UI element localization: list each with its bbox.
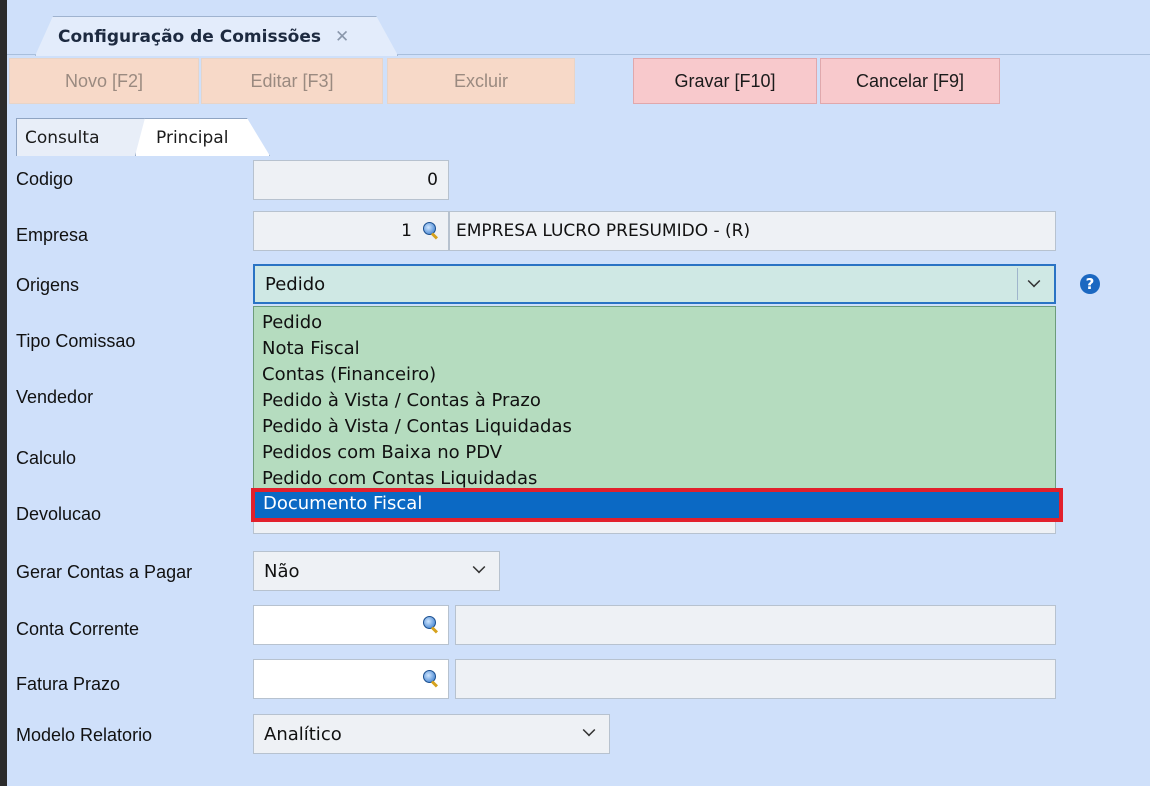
empresa-name-field: EMPRESA LUCRO PRESUMIDO - (R) (449, 211, 1056, 251)
list-item[interactable]: Pedido (262, 311, 322, 333)
document-tabstrip: Configuração de Comissões ✕ (7, 0, 1150, 55)
modelo-relatorio-label: Modelo Relatorio (16, 724, 153, 745)
list-item[interactable]: Pedido com Contas Liquidadas (262, 467, 537, 489)
modelo-relatorio-value: Analítico (264, 723, 342, 745)
calculo-label: Calculo (16, 447, 77, 468)
codigo-value: 0 (427, 170, 438, 190)
origens-label: Origens (16, 274, 80, 295)
chevron-down-icon[interactable] (1027, 274, 1041, 288)
list-item[interactable]: Pedido à Vista / Contas à Prazo (262, 389, 541, 411)
novo-button[interactable]: Novo [F2] (9, 58, 199, 104)
document-tab-title: Configuração de Comissões (58, 26, 322, 47)
gerar-contas-label: Gerar Contas a Pagar (16, 561, 193, 582)
origens-dropdown-list: Pedido Nota Fiscal Contas (Financeiro) P… (253, 306, 1056, 516)
excluir-button[interactable]: Excluir (387, 58, 575, 104)
search-icon[interactable] (422, 616, 440, 634)
gerar-contas-value: Não (264, 560, 300, 582)
empresa-code-field[interactable]: 1 (253, 211, 449, 251)
cancelar-button[interactable]: Cancelar [F9] (820, 58, 1000, 104)
gravar-button[interactable]: Gravar [F10] (633, 58, 817, 104)
origens-value: Pedido (265, 273, 326, 295)
list-item-selected[interactable]: Documento Fiscal (251, 488, 1063, 522)
devolucao-label: Devolucao (16, 503, 102, 524)
search-icon[interactable] (422, 670, 440, 688)
codigo-label: Codigo (16, 168, 74, 189)
toolbar: Novo [F2] Editar [F3] Excluir Gravar [F1… (7, 56, 1150, 108)
empresa-code: 1 (401, 221, 412, 241)
close-icon[interactable]: ✕ (335, 27, 349, 47)
fatura-prazo-code-field[interactable] (253, 659, 449, 699)
chevron-down-icon[interactable] (472, 560, 486, 574)
codigo-field: 0 (253, 160, 449, 200)
modelo-relatorio-select[interactable]: Analítico (253, 714, 610, 754)
vendedor-label: Vendedor (16, 386, 94, 407)
document-tab[interactable]: Configuração de Comissões ✕ (35, 16, 398, 56)
empresa-name: EMPRESA LUCRO PRESUMIDO - (R) (456, 221, 751, 241)
list-item[interactable]: Pedido à Vista / Contas Liquidadas (262, 415, 572, 437)
chevron-down-icon[interactable] (582, 723, 596, 737)
gerar-contas-select[interactable]: Não (253, 551, 500, 591)
tab-consulta[interactable]: Consulta (16, 118, 146, 156)
tipo-comissao-label: Tipo Comissao (16, 330, 136, 351)
list-item[interactable]: Contas (Financeiro) (262, 363, 436, 385)
combo-divider (1017, 268, 1018, 300)
conta-corrente-label: Conta Corrente (16, 618, 140, 639)
app-window: Configuração de Comissões ✕ Novo [F2] Ed… (0, 0, 1150, 786)
selected-item-label: Documento Fiscal (263, 493, 423, 514)
fatura-prazo-label: Fatura Prazo (16, 673, 121, 694)
editar-button[interactable]: Editar [F3] (201, 58, 383, 104)
list-item[interactable]: Pedidos com Baixa no PDV (262, 441, 502, 463)
conta-corrente-code-field[interactable] (253, 605, 449, 645)
conta-corrente-name-field (455, 605, 1056, 645)
search-icon[interactable] (422, 222, 440, 240)
empresa-label: Empresa (16, 224, 89, 245)
fatura-prazo-name-field (455, 659, 1056, 699)
tab-principal[interactable]: Principal (135, 118, 270, 156)
origens-select[interactable]: Pedido (253, 264, 1056, 304)
list-item[interactable]: Nota Fiscal (262, 337, 360, 359)
help-icon[interactable]: ? (1080, 274, 1100, 294)
form-tabs: Consulta Principal (7, 114, 1150, 156)
